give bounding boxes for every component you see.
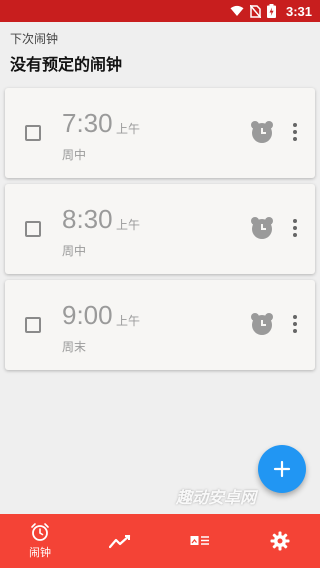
card-list-icon [190, 536, 209, 545]
bear-alarm-icon[interactable] [250, 312, 274, 336]
alarm-repeat[interactable]: 周中 [62, 242, 86, 259]
alarm-ampm: 上午 [116, 122, 141, 136]
bear-alarm-icon[interactable] [250, 120, 274, 144]
alarm-repeat[interactable]: 周末 [62, 338, 86, 355]
alarm-repeat[interactable]: 周中 [62, 146, 86, 163]
status-bar: 3:31 [0, 0, 320, 22]
alarm-time[interactable]: 7:30 [62, 108, 113, 139]
battery-charging-icon [266, 4, 276, 18]
page-title: 没有预定的闹钟 [10, 55, 123, 74]
alarm-time[interactable]: 8:30 [62, 204, 113, 235]
nav-item-settings[interactable] [240, 514, 320, 568]
nav-item-label: 闹钟 [29, 546, 51, 559]
trend-chart-icon [109, 534, 131, 549]
plus-icon [273, 460, 291, 478]
more-vert-icon[interactable] [285, 218, 305, 238]
alarm-list: 7:30 上午 周中 8:30 上午 周中 9:00 上午 周末 [5, 88, 315, 376]
alarm-clock-icon [31, 523, 49, 541]
more-vert-icon[interactable] [285, 314, 305, 334]
add-alarm-button[interactable] [258, 445, 306, 493]
alarm-card[interactable]: 7:30 上午 周中 [5, 88, 315, 178]
alarm-ampm: 上午 [116, 218, 141, 232]
next-alarm-label: 下次闹钟 [10, 32, 59, 46]
bear-alarm-icon[interactable] [250, 216, 274, 240]
no-sim-icon [249, 4, 261, 18]
watermark: 趣动安卓网 [176, 488, 257, 507]
alarm-enable-checkbox[interactable] [25, 125, 41, 141]
more-vert-icon[interactable] [285, 122, 305, 142]
alarm-ampm: 上午 [116, 314, 141, 328]
next-alarm-header: 下次闹钟 没有预定的闹钟 [10, 30, 122, 75]
gear-icon [270, 531, 290, 551]
wifi-icon [230, 5, 244, 17]
bottom-nav: 闹钟 [0, 514, 320, 568]
alarm-card[interactable]: 9:00 上午 周末 [5, 280, 315, 370]
nav-item-cards[interactable] [160, 514, 240, 568]
nav-item-statistics[interactable] [80, 514, 160, 568]
nav-item-alarm[interactable]: 闹钟 [0, 514, 80, 568]
alarm-time[interactable]: 9:00 [62, 300, 113, 331]
alarm-card[interactable]: 8:30 上午 周中 [5, 184, 315, 274]
alarm-enable-checkbox[interactable] [25, 221, 41, 237]
alarm-enable-checkbox[interactable] [25, 317, 41, 333]
status-time: 3:31 [285, 3, 312, 19]
